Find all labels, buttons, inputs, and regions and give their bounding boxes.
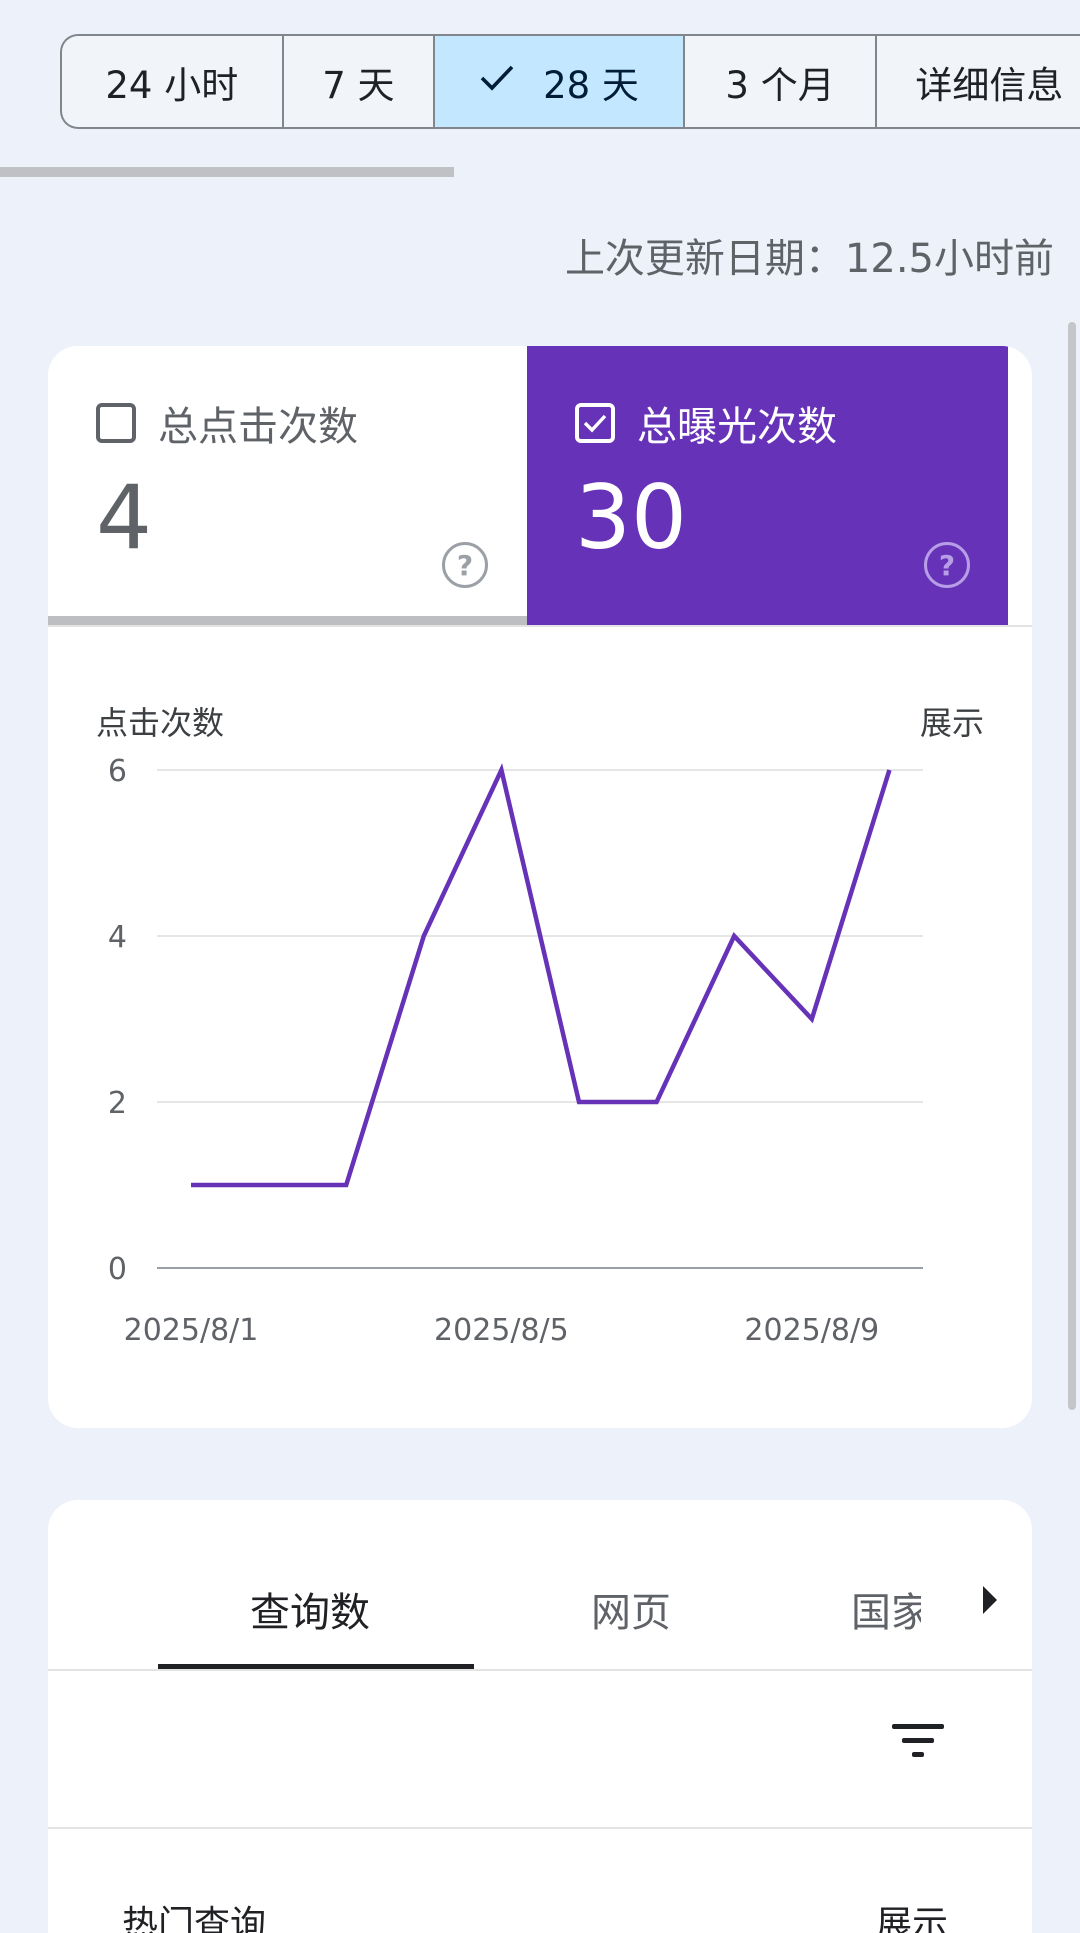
- x-tick-label: 2025/8/1: [124, 1313, 259, 1348]
- vertical-scrollbar[interactable]: [1068, 322, 1076, 1410]
- tab-pages[interactable]: 网页: [591, 1580, 671, 1638]
- chip-label: 3 个月: [725, 63, 835, 107]
- performance-card: 总点击次数 4 ? 总曝光次数 30 ? 点击次数 展示 0 2 4 6 2025/8/…: [48, 346, 1032, 1428]
- x-tick-label: 2025/8/5: [434, 1313, 569, 1348]
- divider: [48, 1669, 1032, 1671]
- y-tick-label: 0: [108, 1252, 127, 1287]
- chip-label: 24 小时: [105, 63, 239, 107]
- y-tick-label: 6: [108, 754, 127, 789]
- chip-28d[interactable]: 28 天: [435, 36, 685, 127]
- date-range-chips: 24 小时 7 天 28 天 3 个月 详细信息: [60, 34, 1080, 129]
- y-tick-label: 4: [108, 920, 127, 955]
- chip-label: 28 天: [543, 63, 639, 107]
- last-update-text: 上次更新日期：12.5小时前: [564, 236, 1054, 282]
- column-header-impressions[interactable]: 展示: [876, 1895, 948, 1933]
- check-icon: [479, 62, 515, 102]
- chip-label: 详细信息: [915, 63, 1064, 107]
- tab-countries[interactable]: 国家: [851, 1580, 921, 1638]
- chip-details[interactable]: 详细信息: [877, 36, 1080, 127]
- search-console-performance: 24 小时 7 天 28 天 3 个月 详细信息 上次更新日期：12.5小时前 …: [0, 0, 1080, 1933]
- chip-label: 7 天: [322, 63, 395, 107]
- breakdown-card: 查询数 网页 国家 热门查询 展示: [48, 1500, 1032, 1933]
- chip-3m[interactable]: 3 个月: [685, 36, 878, 127]
- divider: [48, 1827, 1032, 1829]
- series-line: [191, 763, 892, 1188]
- performance-chart: 0 2 4 6 2025/8/1 2025/8/5 2025/8/9: [108, 754, 923, 1348]
- filter-icon[interactable]: [892, 1720, 944, 1760]
- horizontal-scroll-indicator: [0, 167, 454, 177]
- y-tick-label: 2: [108, 1086, 127, 1121]
- tab-queries[interactable]: 查询数: [250, 1580, 370, 1638]
- scroll-right-arrow-icon[interactable]: [983, 1586, 997, 1614]
- chip-24h[interactable]: 24 小时: [62, 36, 284, 127]
- x-tick-label: 2025/8/9: [744, 1313, 879, 1348]
- chip-7d[interactable]: 7 天: [284, 36, 436, 127]
- column-header-top-queries[interactable]: 热门查询: [122, 1895, 266, 1933]
